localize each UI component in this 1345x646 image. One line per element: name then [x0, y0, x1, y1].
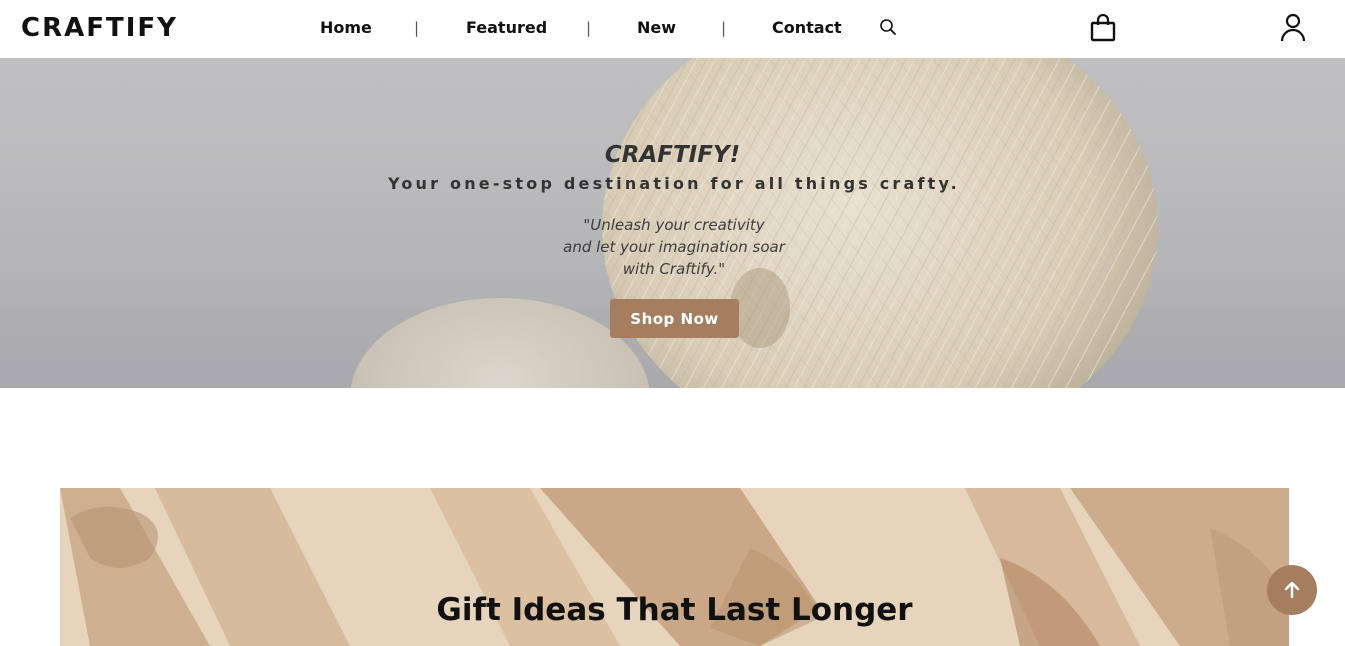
site-header: CRAFTIFY Home | Featured | New | Contact — [0, 0, 1345, 58]
gift-ideas-banner: Gift Ideas That Last Longer — [60, 488, 1289, 646]
quote-line: and let your imagination soar — [563, 238, 785, 256]
nav-separator: | — [721, 19, 727, 37]
nav-featured[interactable]: Featured — [466, 18, 547, 37]
hero-title: CRAFTIFY! — [604, 142, 741, 168]
nav-home[interactable]: Home — [320, 18, 372, 37]
quote-line: with Craftify." — [622, 260, 726, 278]
hero-subtitle: Your one-stop destination for all things… — [388, 174, 960, 193]
arrow-up-icon — [1284, 581, 1300, 599]
gift-ideas-title: Gift Ideas That Last Longer — [436, 592, 913, 628]
nav-separator: | — [414, 19, 420, 37]
nav-separator: | — [586, 19, 592, 37]
user-icon[interactable] — [1280, 13, 1306, 47]
hero-banner: CRAFTIFY! Your one-stop destination for … — [0, 58, 1345, 388]
nav-contact[interactable]: Contact — [772, 18, 842, 37]
scroll-to-top-button[interactable] — [1267, 565, 1317, 615]
nav-new[interactable]: New — [637, 18, 676, 37]
shop-now-button[interactable]: Shop Now — [610, 299, 739, 338]
shopping-bag-icon[interactable] — [1090, 13, 1116, 46]
hero-quote: "Unleash your creativity and let your im… — [0, 214, 1345, 280]
search-icon[interactable] — [879, 18, 897, 40]
quote-line: "Unleash your creativity — [583, 216, 765, 234]
brand-logo[interactable]: CRAFTIFY — [21, 13, 178, 43]
